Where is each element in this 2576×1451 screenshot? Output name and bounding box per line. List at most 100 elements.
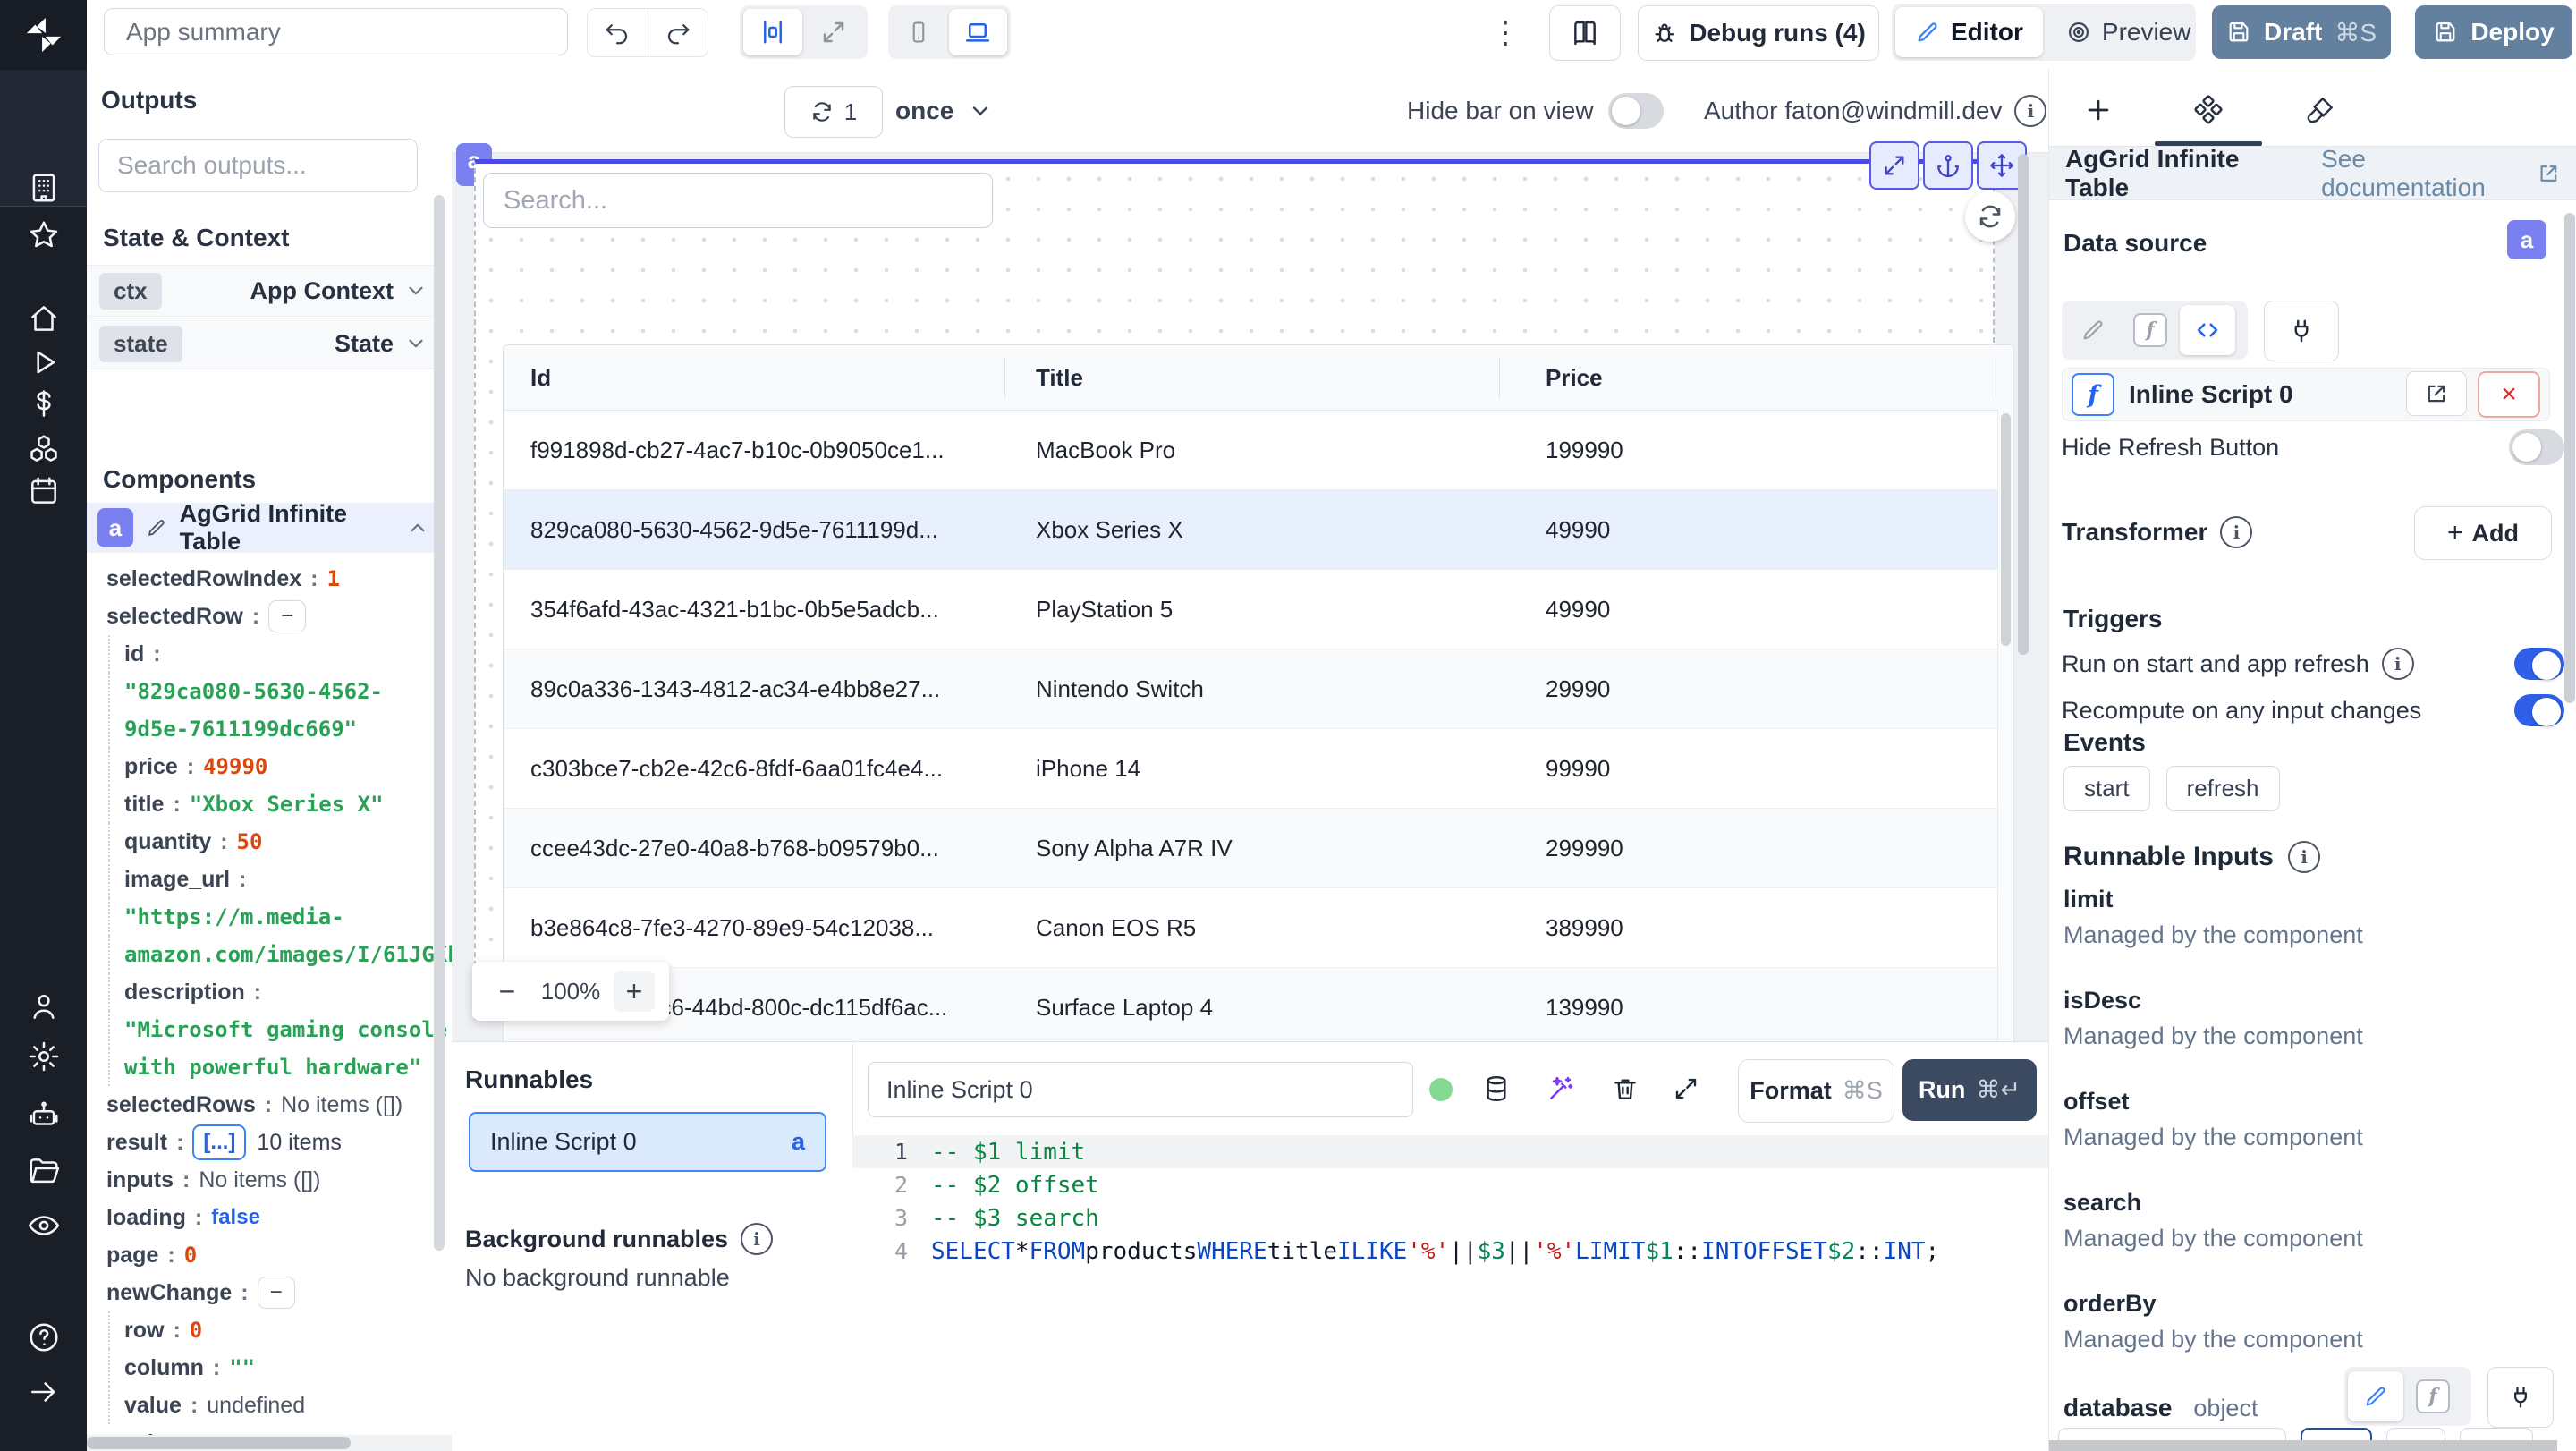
zoom-in-button[interactable]: +	[614, 971, 655, 1012]
output-tree-row[interactable]: selectedRowIndex:1	[87, 560, 440, 598]
output-tree-row[interactable]: result: [...] 10 items	[87, 1124, 440, 1161]
ctx-row[interactable]: ctx App Context	[87, 265, 440, 317]
rail-user-icon[interactable]	[0, 984, 87, 1029]
zoom-out-button[interactable]: −	[487, 971, 528, 1012]
code-editor[interactable]: 1 -- $1 limit 2 -- $2 offset 3 -- $3 search 4 S…	[852, 1135, 2048, 1451]
output-tree-row[interactable]: id:	[87, 635, 440, 673]
table-row[interactable]: 89c0a336-1343-4812-ac34-e4bb8e27... Ninte…	[504, 649, 2013, 729]
info-icon[interactable]: i	[2288, 841, 2320, 873]
panel-horizontal-scrollbar[interactable]	[2049, 1440, 2557, 1451]
expand-editor-button[interactable]	[1661, 1064, 1711, 1114]
collapse-button[interactable]: −	[257, 1277, 295, 1309]
code-line[interactable]: 2 -- $2 offset	[852, 1168, 2048, 1201]
trigger-toggle[interactable]	[2514, 694, 2564, 726]
output-tree-row[interactable]: inputs: No items ([])	[87, 1161, 440, 1199]
search-outputs-input[interactable]: Search outputs...	[98, 139, 418, 192]
code-mode-button[interactable]	[2180, 305, 2235, 355]
table-row[interactable]: f991898d-cb27-4ac7-b10c-0b9050ce1... MacB…	[504, 411, 2013, 490]
deploy-button[interactable]: Deploy	[2415, 5, 2572, 59]
rail-home-icon[interactable]	[0, 296, 87, 341]
table-row[interactable]: b3e864c8-7fe3-4270-89e9-54c12038... Canon…	[504, 888, 2013, 968]
output-tree-row[interactable]: description:	[87, 973, 440, 1011]
event-pill-refresh[interactable]: refresh	[2165, 766, 2280, 811]
desktop-view-button[interactable]	[948, 9, 1007, 55]
rail-buildings-icon[interactable]	[0, 165, 87, 210]
pencil-icon[interactable]	[146, 516, 167, 539]
column-header-id[interactable]: Id	[504, 364, 1004, 392]
table-row[interactable]: 829ca080-5630-4562-9d5e-7611199d... Xbox …	[504, 490, 2013, 570]
rail-dollar-icon[interactable]	[0, 381, 87, 426]
database-button[interactable]	[1471, 1064, 1521, 1114]
refresh-count-button[interactable]: 1	[784, 86, 883, 138]
template-mode-button[interactable]: f	[2405, 1371, 2461, 1421]
column-header-title[interactable]: Title	[1004, 364, 1499, 392]
output-tree-row[interactable]: loading: false	[87, 1199, 440, 1236]
tab-editor[interactable]: Editor	[1895, 7, 2043, 57]
draft-button[interactable]: Draft ⌘S	[2212, 5, 2391, 59]
canvas-vertical-scrollbar[interactable]	[2018, 154, 2029, 1093]
hide-bar-toggle[interactable]	[1607, 93, 1664, 129]
component-anchor-button[interactable]	[1923, 141, 1973, 190]
collapse-button[interactable]: −	[268, 600, 307, 632]
info-icon[interactable]: i	[2220, 516, 2253, 548]
panel-vertical-scrollbar[interactable]	[2564, 213, 2575, 703]
chevron-down-icon[interactable]	[404, 332, 428, 355]
output-tree-row[interactable]: image_url:	[87, 861, 440, 898]
output-tree-row[interactable]: 9d5e-7611199dc669"	[87, 710, 440, 748]
aggrid-component[interactable]: Search... Id Title Price f991898d-cb27-4…	[474, 159, 2014, 1114]
output-tree-row[interactable]: column: ""	[87, 1349, 440, 1387]
state-row[interactable]: state State	[87, 318, 440, 369]
static-mode-button[interactable]	[2065, 305, 2121, 355]
component-refresh-button[interactable]	[1965, 191, 2015, 242]
output-tree-row[interactable]: value: undefined	[87, 1387, 440, 1424]
windmill-logo[interactable]	[0, 0, 87, 70]
rail-play-icon[interactable]	[0, 340, 87, 385]
output-tree-row[interactable]: newChange: −	[87, 1274, 440, 1311]
info-icon[interactable]: i	[741, 1223, 774, 1255]
add-transformer-button[interactable]: + Add	[2414, 506, 2552, 560]
output-tree-row[interactable]: "https://m.media-	[87, 898, 440, 936]
column-header-price[interactable]: Price	[1499, 364, 2013, 392]
info-icon[interactable]: i	[2014, 95, 2047, 127]
event-pill-start[interactable]: start	[2063, 766, 2150, 811]
output-tree-row[interactable]: price:49990	[87, 748, 440, 785]
table-row[interactable]: 2128adca-7fc6-44bd-800c-dc115df6ac... Sur…	[504, 968, 2013, 1048]
expand-array-button[interactable]: [...]	[192, 1124, 247, 1160]
center-layout-button[interactable]	[743, 9, 802, 55]
connect-mode-button[interactable]	[2487, 1367, 2554, 1428]
run-button[interactable]: Run ⌘↵	[1902, 1059, 2037, 1121]
output-tree-row[interactable]: selectedRows: No items ([])	[87, 1086, 440, 1124]
output-tree-row[interactable]: quantity:50	[87, 823, 440, 861]
remove-script-button[interactable]: ×	[2478, 371, 2540, 418]
more-menu-button[interactable]: ⋮	[1490, 13, 1521, 54]
see-documentation-link[interactable]: See documentation	[2321, 145, 2561, 202]
undo-button[interactable]	[588, 9, 648, 56]
component-settings-tab[interactable]	[2177, 82, 2240, 138]
template-mode-button[interactable]: f	[2123, 305, 2178, 355]
hide-refresh-toggle[interactable]	[2509, 429, 2564, 465]
output-tree-row[interactable]: with powerful hardware"	[87, 1048, 440, 1086]
static-mode-button[interactable]	[2348, 1371, 2403, 1421]
table-row[interactable]: ccee43dc-27e0-40a8-b768-b09579b0... Sony …	[504, 809, 2013, 888]
runnable-item-inline-script-0[interactable]: Inline Script 0 a	[469, 1112, 826, 1172]
output-tree-row[interactable]: amazon.com/images/I/61JGKho	[87, 936, 452, 973]
table-search-input[interactable]: Search...	[483, 173, 993, 228]
output-tree-row[interactable]: "Microsoft gaming console	[87, 1011, 447, 1048]
table-vertical-scrollbar[interactable]	[1997, 410, 2013, 1113]
table-row[interactable]: c303bce7-cb2e-42c6-8fdf-6aa01fc4e4... iPh…	[504, 729, 2013, 809]
outputs-horizontal-scrollbar[interactable]	[87, 1435, 452, 1451]
rail-help-icon[interactable]	[0, 1315, 87, 1360]
rail-boxes-icon[interactable]	[0, 427, 87, 471]
styling-tab[interactable]	[2289, 82, 2351, 138]
code-line[interactable]: 3 -- $3 search	[852, 1201, 2048, 1235]
rail-arrow-right-icon[interactable]	[0, 1370, 87, 1414]
debug-runs-button[interactable]: Debug runs (4)	[1638, 5, 1879, 61]
format-button[interactable]: Format ⌘S	[1738, 1059, 1894, 1123]
app-summary-input[interactable]: App summary	[104, 8, 568, 55]
component-expand-button[interactable]	[1869, 141, 1919, 190]
chevron-up-icon[interactable]	[406, 516, 429, 539]
rail-gear-icon[interactable]	[0, 1034, 87, 1079]
code-line[interactable]: 1 -- $1 limit	[852, 1135, 2048, 1168]
connect-mode-button[interactable]	[2264, 301, 2339, 361]
ai-assistant-button[interactable]	[1536, 1064, 1586, 1114]
